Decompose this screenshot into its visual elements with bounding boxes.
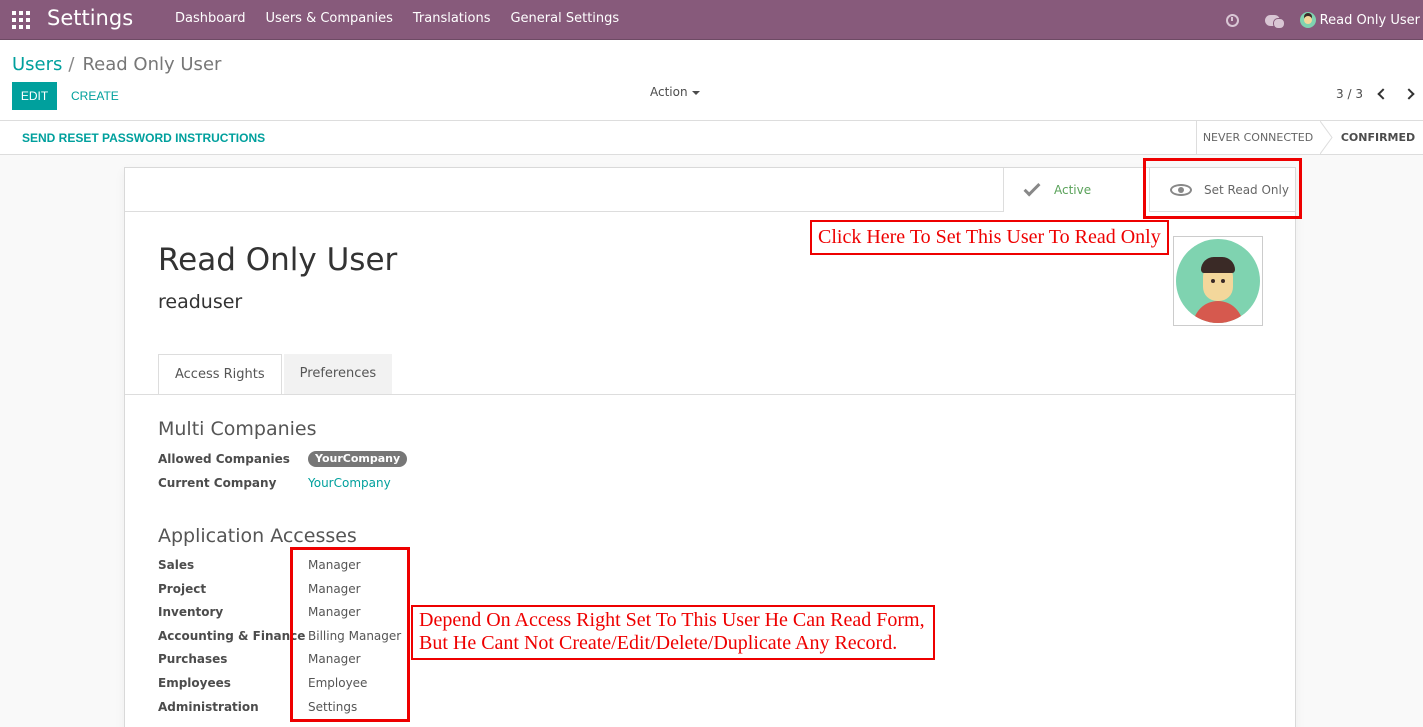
- breadcrumb: Users / Read Only User: [12, 54, 221, 75]
- button-box: Active Set Read Only: [125, 168, 1295, 212]
- menu-item-users-companies[interactable]: Users & Companies: [256, 0, 403, 40]
- record-login[interactable]: readuser: [158, 291, 242, 313]
- tab-divider: [125, 394, 1295, 395]
- active-label: Active: [1054, 183, 1092, 197]
- access-label-administration: Administration: [158, 700, 259, 714]
- stage-never-connected[interactable]: NEVER CONNECTED: [1196, 121, 1327, 154]
- annotation-read-only-note: Click Here To Set This User To Read Only: [810, 220, 1169, 255]
- breadcrumb-current: Read Only User: [82, 54, 222, 75]
- current-company-link[interactable]: YourCompany: [308, 476, 391, 490]
- record-title[interactable]: Read Only User: [158, 242, 397, 278]
- caret-down-icon: [691, 90, 700, 95]
- app-title: Settings: [47, 6, 134, 30]
- user-avatar-icon[interactable]: [1299, 12, 1316, 28]
- access-label-project: Project: [158, 582, 207, 596]
- avatar-image: [1176, 239, 1260, 323]
- annotation-access-note: Depend On Access Right Set To This User …: [411, 605, 935, 660]
- chevron-right-icon[interactable]: [1403, 88, 1415, 100]
- pager-value[interactable]: 3 / 3: [1336, 87, 1363, 101]
- allowed-company-tag[interactable]: YourCompany: [308, 451, 408, 467]
- access-label-inventory: Inventory: [158, 605, 224, 619]
- pager: 3 / 3: [1336, 87, 1415, 101]
- navbar-systray: Read Only User: [1225, 0, 1423, 40]
- section-application-accesses: Application Accesses: [158, 525, 357, 547]
- control-panel: Users / Read Only User EDIT CREATE Actio…: [0, 40, 1423, 121]
- send-reset-password-button[interactable]: SEND RESET PASSWORD INSTRUCTIONS: [10, 121, 277, 154]
- annotation-highlight-read-only-button: [1143, 158, 1302, 219]
- apps-menu-icon[interactable]: [12, 11, 30, 29]
- stage-confirmed[interactable]: CONFIRMED: [1327, 121, 1423, 154]
- user-avatar[interactable]: [1173, 236, 1263, 326]
- edit-button[interactable]: EDIT: [12, 82, 57, 110]
- tab-preferences[interactable]: Preferences: [283, 354, 393, 394]
- action-dropdown[interactable]: Action: [650, 85, 700, 99]
- discuss-chat-icon[interactable]: [1264, 14, 1285, 29]
- access-label-employees: Employees: [158, 676, 231, 690]
- menu-item-translations[interactable]: Translations: [403, 0, 501, 40]
- create-button[interactable]: CREATE: [63, 82, 127, 110]
- annotation-access-note-line1: Depend On Access Right Set To This User …: [419, 609, 925, 631]
- activity-clock-icon[interactable]: [1225, 13, 1239, 27]
- annotation-access-note-line2: But He Cant Not Create/Edit/Delete/Dupli…: [419, 632, 898, 654]
- breadcrumb-separator: /: [68, 54, 75, 75]
- form-statusbar: SEND RESET PASSWORD INSTRUCTIONS NEVER C…: [0, 121, 1423, 155]
- notebook-tabs: Access Rights Preferences: [158, 354, 393, 395]
- allowed-companies-label: Allowed Companies: [158, 452, 290, 466]
- annotation-highlight-access-values: [290, 547, 410, 722]
- chevron-left-icon[interactable]: [1377, 88, 1389, 100]
- access-label-accounting: Accounting & Finance: [158, 629, 306, 643]
- main-menu: Dashboard Users & Companies Translations…: [165, 0, 629, 40]
- top-navbar: Settings Dashboard Users & Companies Tra…: [0, 0, 1423, 40]
- tab-access-rights[interactable]: Access Rights: [158, 354, 282, 395]
- access-label-purchases: Purchases: [158, 652, 228, 666]
- check-icon: [1023, 179, 1041, 197]
- menu-item-dashboard[interactable]: Dashboard: [165, 0, 256, 40]
- action-label: Action: [650, 85, 688, 99]
- section-multi-companies: Multi Companies: [158, 418, 317, 440]
- user-menu[interactable]: Read Only User: [1320, 13, 1420, 28]
- active-toggle-button[interactable]: Active: [1003, 168, 1149, 212]
- current-company-label: Current Company: [158, 476, 277, 490]
- menu-item-general-settings[interactable]: General Settings: [500, 0, 629, 40]
- access-label-sales: Sales: [158, 558, 195, 572]
- breadcrumb-users-link[interactable]: Users: [12, 54, 62, 75]
